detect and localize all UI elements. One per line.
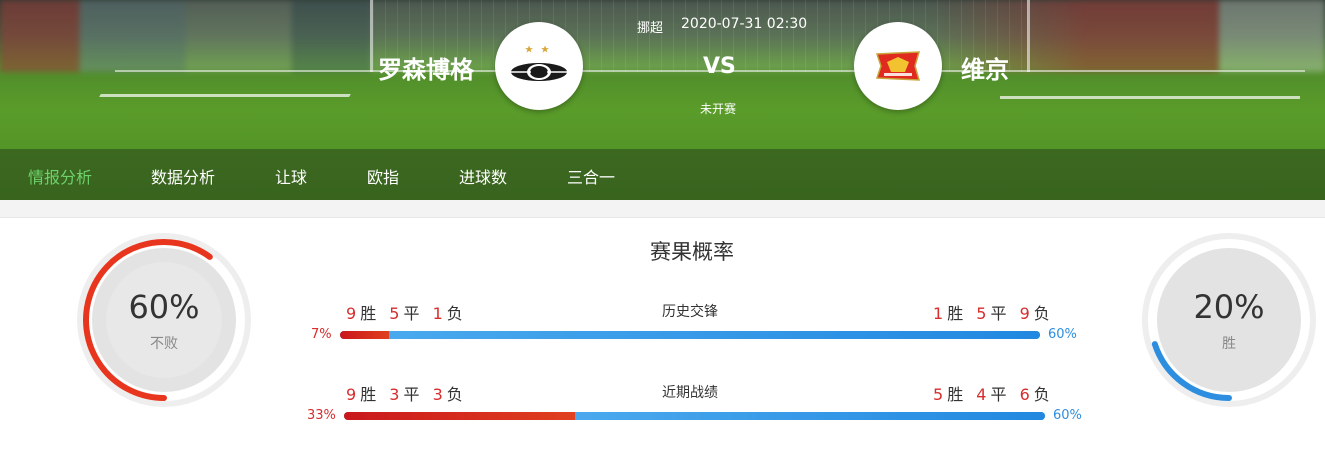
bar-red-segment — [344, 412, 575, 420]
draw-count: 3 — [389, 385, 400, 404]
tab-intel-analysis[interactable]: 情报分析 — [28, 164, 92, 188]
gauge-value: 60% — [128, 288, 200, 326]
win-count: 9 — [346, 385, 357, 404]
tab-three-in-one[interactable]: 三合一 — [567, 164, 615, 188]
section-title: 赛果概率 — [650, 240, 734, 264]
left-percentage: 7% — [311, 327, 332, 342]
win-label: 胜 — [947, 304, 964, 323]
home-unbeaten-gauge: 60% 不败 — [76, 232, 252, 408]
league-name: 挪超 — [637, 21, 664, 36]
match-status: 未开赛 — [700, 102, 737, 116]
home-team-logo[interactable] — [495, 22, 583, 110]
home-recent-form-record: 9胜 3平 3负 — [342, 381, 467, 405]
away-head-to-head-record: 1胜 5平 9负 — [929, 300, 1054, 324]
analysis-tabs: 情报分析 数据分析 让球 欧指 进球数 三合一 — [0, 149, 1325, 200]
pitch-line — [99, 94, 351, 97]
match-header: 挪超 2020-07-31 02:30 罗森博格 VS 未开赛 维京 情报分析 … — [0, 0, 1325, 200]
gauge-label: 胜 — [1222, 336, 1236, 352]
tab-data-analysis[interactable]: 数据分析 — [151, 164, 215, 188]
match-datetime: 2020-07-31 02:30 — [681, 16, 808, 32]
row-title-recent-form: 近期战绩 — [662, 385, 718, 401]
draw-label: 平 — [403, 304, 420, 323]
vs-label: VS — [703, 54, 736, 79]
comparison-bar — [340, 331, 1040, 339]
home-head-to-head-record: 9胜 5平 1负 — [342, 300, 467, 324]
comparison-bar — [344, 412, 1045, 420]
gauge-label: 不败 — [150, 336, 178, 352]
tab-goals[interactable]: 进球数 — [459, 164, 507, 188]
draw-label: 平 — [990, 385, 1007, 404]
away-win-gauge: 20% 胜 — [1141, 232, 1317, 408]
left-percentage: 33% — [307, 408, 336, 423]
gauge-value: 20% — [1193, 288, 1265, 326]
row-title-head-to-head: 历史交锋 — [662, 304, 718, 320]
section-divider — [0, 200, 1325, 218]
loss-label: 负 — [1033, 304, 1050, 323]
loss-count: 1 — [432, 304, 443, 323]
loss-count: 3 — [432, 385, 443, 404]
bar-red-segment — [340, 331, 389, 339]
bar-blue-segment — [575, 412, 1045, 420]
loss-label: 负 — [1033, 385, 1050, 404]
draw-count: 5 — [389, 304, 400, 323]
home-team-name[interactable]: 罗森博格 — [378, 50, 474, 85]
right-percentage: 60% — [1048, 327, 1077, 342]
draw-label: 平 — [403, 385, 420, 404]
bar-blue-segment — [389, 331, 1040, 339]
right-percentage: 60% — [1053, 408, 1082, 423]
draw-count: 5 — [976, 304, 987, 323]
away-team-name[interactable]: 维京 — [961, 50, 1009, 85]
win-label: 胜 — [360, 385, 377, 404]
viking-crest-icon — [875, 51, 921, 81]
win-label: 胜 — [947, 385, 964, 404]
loss-label: 负 — [446, 304, 463, 323]
win-count: 1 — [933, 304, 944, 323]
loss-count: 9 — [1019, 304, 1030, 323]
away-recent-form-record: 5胜 4平 6负 — [929, 381, 1054, 405]
loss-label: 负 — [446, 385, 463, 404]
away-team-logo[interactable] — [854, 22, 942, 110]
loss-count: 6 — [1019, 385, 1030, 404]
tab-handicap[interactable]: 让球 — [275, 164, 307, 188]
win-count: 5 — [933, 385, 944, 404]
win-count: 9 — [346, 304, 357, 323]
pitch-line — [1000, 96, 1300, 99]
draw-label: 平 — [990, 304, 1007, 323]
tab-euro-odds[interactable]: 欧指 — [367, 164, 399, 188]
win-label: 胜 — [360, 304, 377, 323]
rosenborg-crest-icon — [511, 46, 567, 81]
draw-count: 4 — [976, 385, 987, 404]
